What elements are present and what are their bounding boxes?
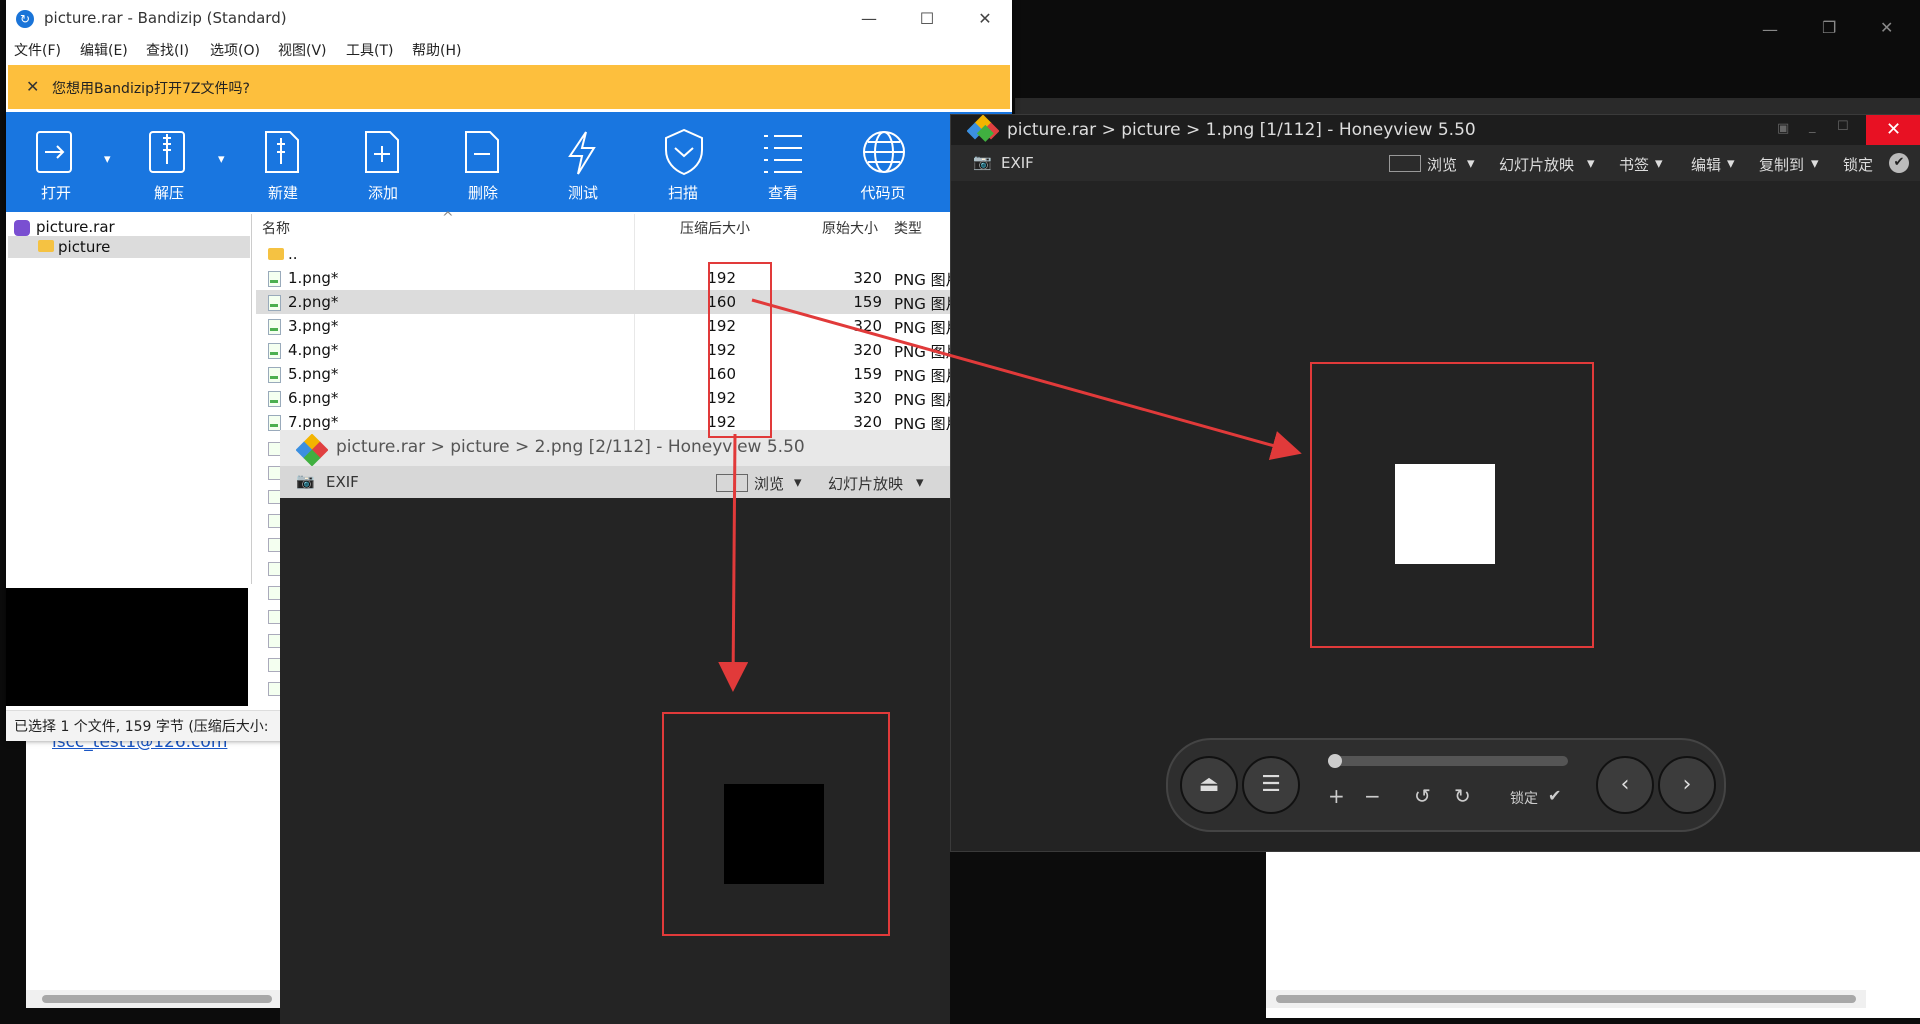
- arrow-down: [718, 433, 749, 692]
- annotation-arrows: [718, 298, 1302, 692]
- arrow-right: [751, 298, 1302, 460]
